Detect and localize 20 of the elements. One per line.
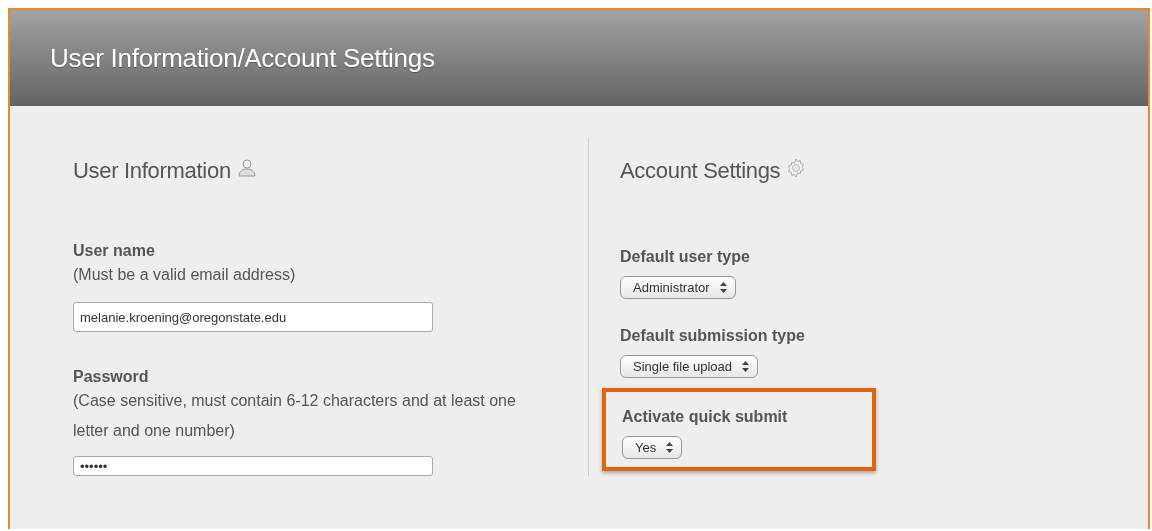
password-field[interactable]: •••••• <box>73 456 433 476</box>
field-label: User name <box>73 242 156 260</box>
field-hint: (Must be a valid email address) <box>73 265 297 285</box>
field-label: Default user type <box>620 248 751 266</box>
select-dropdown[interactable]: Administrator <box>620 276 736 299</box>
field-label: Activate quick submit <box>622 408 789 426</box>
person-icon <box>236 158 257 178</box>
field-label: Password <box>73 368 150 386</box>
section-title: User Information <box>73 158 231 184</box>
field-label: Default submission type <box>620 327 806 345</box>
page-title: User Information/Account Settings <box>50 42 435 74</box>
updown-icon <box>666 442 674 453</box>
gear-icon <box>786 158 807 178</box>
updown-icon <box>742 361 750 372</box>
select-dropdown[interactable]: Single file upload <box>620 355 759 378</box>
email-field[interactable]: melanie.kroening@oregonstate.edu <box>73 302 433 332</box>
updown-icon <box>719 282 727 293</box>
select-dropdown[interactable]: Yes <box>622 436 683 459</box>
field-hint: (Case sensitive, must contain 6-12 characters and at least one letter and one number) <box>73 391 517 441</box>
section-title: Account Settings <box>620 158 781 184</box>
